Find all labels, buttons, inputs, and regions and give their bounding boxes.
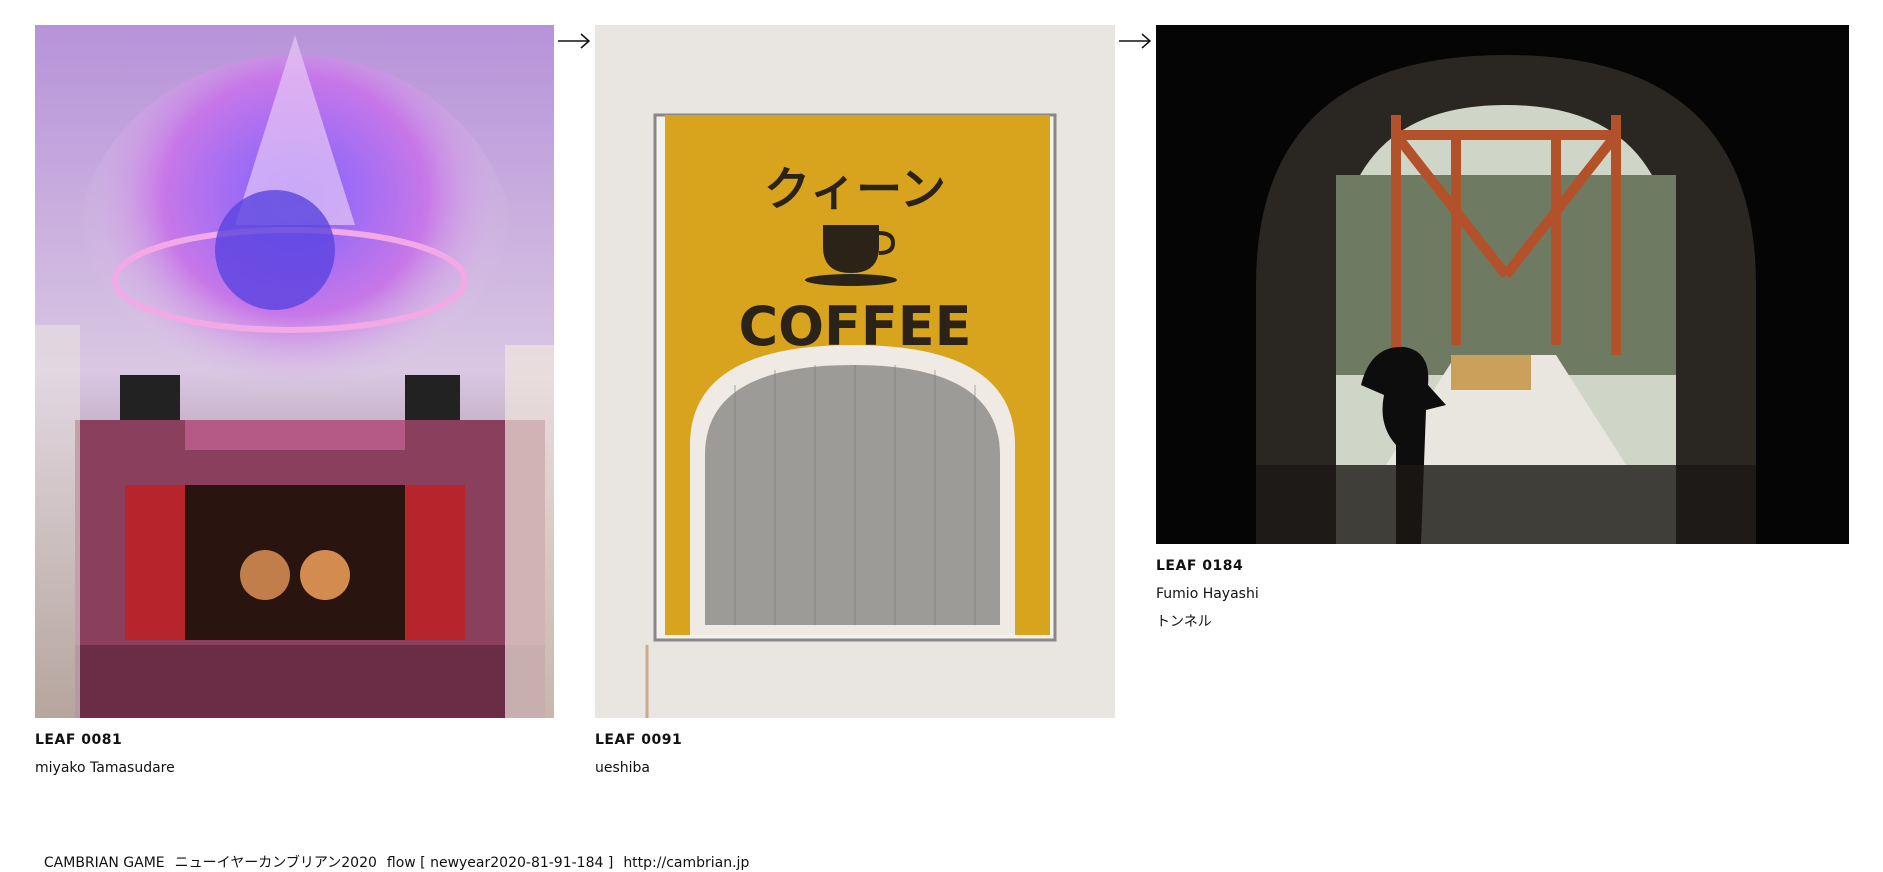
leaf-title[interactable]: トンネル: [1156, 608, 1849, 636]
leaf-photo-coffee-sign[interactable]: クィーン COFFEE: [595, 25, 1115, 718]
sign-queen-text: クィーン: [764, 162, 946, 216]
leaf-author[interactable]: miyako Tamasudare: [35, 754, 554, 782]
leaf-code: LEAF 0091: [595, 732, 683, 748]
flow-arrow-icon: [1119, 33, 1152, 49]
sign-coffee-text: COFFEE: [738, 295, 971, 358]
footer-flow: flow [ newyear2020-81-91-184 ]: [386, 855, 614, 871]
queen-coffee-sign-image: クィーン COFFEE: [595, 25, 1115, 718]
leaf-author[interactable]: ueshiba: [595, 754, 1115, 782]
leaf-author[interactable]: Fumio Hayashi: [1156, 580, 1849, 608]
leaf-card-0081: LEAF 0081 miyako Tamasudare: [35, 25, 554, 782]
leaf-card-0091: クィーン COFFEE LEAF 0091 ueshiba: [595, 25, 1115, 782]
theater-chandelier-image: [35, 25, 554, 718]
leaf-photo-tunnel[interactable]: [1156, 25, 1849, 544]
leaf-photo-theater[interactable]: [35, 25, 554, 718]
flow-arrow-icon: [558, 33, 591, 49]
leaf-card-0184: LEAF 0184 Fumio Hayashi トンネル: [1156, 25, 1849, 636]
footer-credits: CAMBRIAN GAME ニューイヤーカンブリアン2020 flow [ newy…: [35, 836, 759, 872]
tunnel-bridge-image: [1156, 25, 1849, 544]
leaf-code: LEAF 0081: [35, 732, 123, 748]
footer-url-link[interactable]: http://cambrian.jp: [623, 855, 749, 871]
leaf-code: LEAF 0184: [1156, 558, 1244, 574]
footer-brand: CAMBRIAN GAME: [43, 855, 165, 871]
footer-event: ニューイヤーカンブリアン2020: [174, 855, 377, 871]
